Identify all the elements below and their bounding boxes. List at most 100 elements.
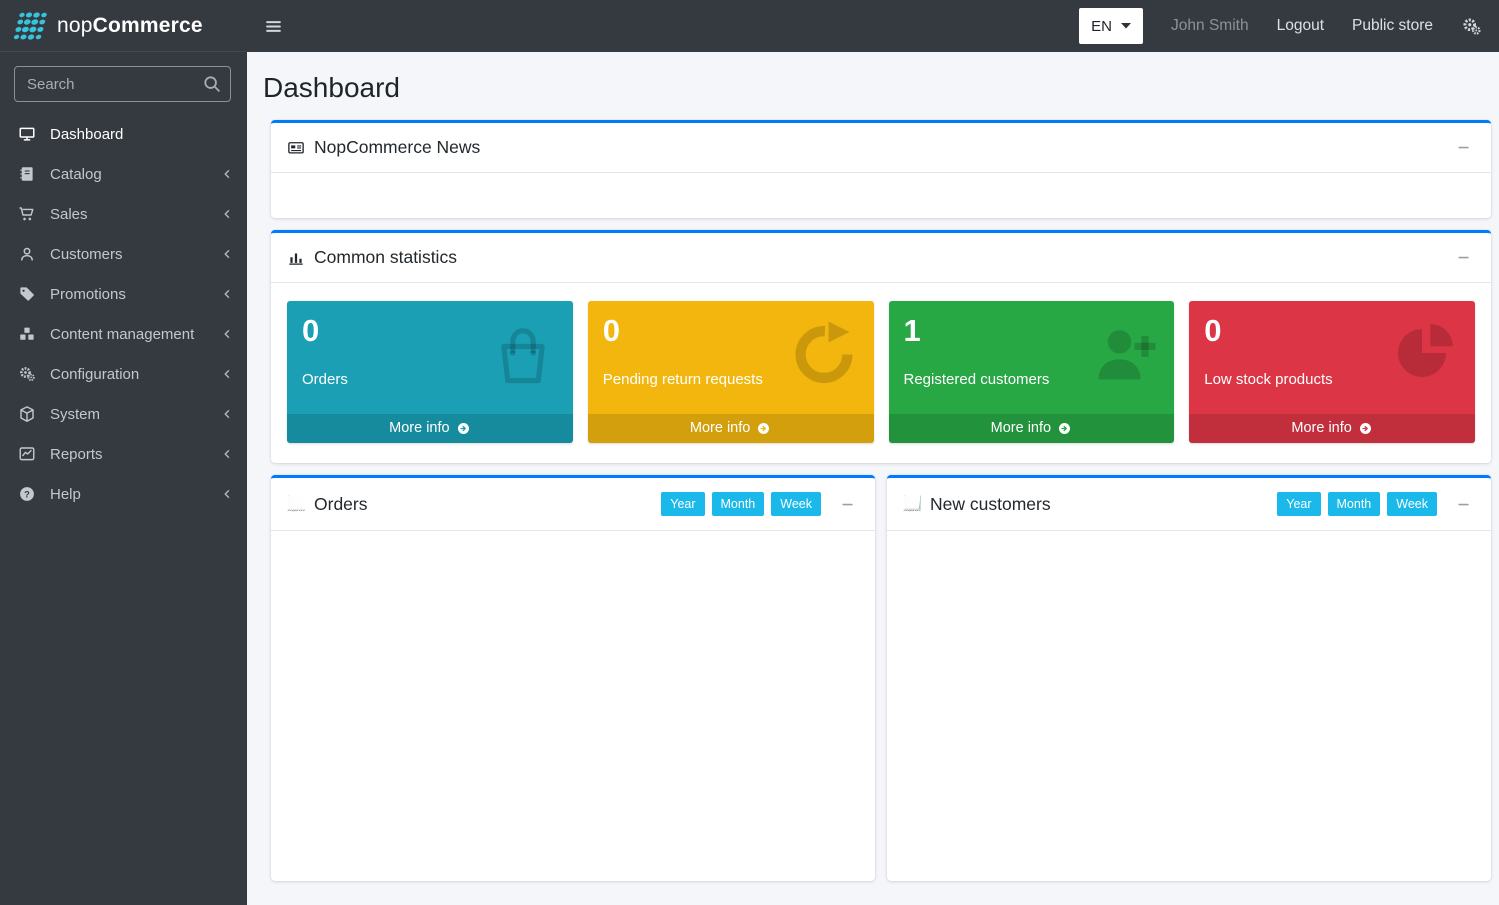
cart-icon: 0121 Sunday22 Monday23 Tuesday24 Wednesd… <box>287 495 305 513</box>
logo-text: nopCommerce <box>57 14 203 38</box>
sidebar-item-help[interactable]: ?Help <box>0 474 247 514</box>
sidebar-item-label: Sales <box>50 206 221 223</box>
desktop-icon <box>15 125 39 143</box>
arrow-circle-right-icon <box>1358 421 1373 436</box>
tag-icon <box>15 285 39 303</box>
news-panel-body <box>271 173 1491 218</box>
cube-icon <box>15 405 39 423</box>
sidebar: nopCommerce Dashboard Catalog Sales Custome… <box>0 0 247 905</box>
svg-text:23 Tuesday: 23 Tuesday <box>292 509 294 512</box>
chevron-left-icon <box>221 488 233 500</box>
charts-row: 0121 Sunday22 Monday23 Tuesday24 Wednesd… <box>271 475 1491 881</box>
user-icon <box>15 245 39 263</box>
sidebar-item-content-management[interactable]: Content management <box>0 314 247 354</box>
news-panel-title: NopCommerce News <box>314 137 480 158</box>
new-customers-chart-panel: 0121 Sunday22 Monday23 Tuesday24 Wednesd… <box>887 475 1491 881</box>
chevron-left-icon <box>221 448 233 460</box>
sidebar-item-system[interactable]: System <box>0 394 247 434</box>
chevron-left-icon <box>221 328 233 340</box>
period-year-button[interactable]: Year <box>1277 492 1320 516</box>
svg-text:22 Monday: 22 Monday <box>290 509 292 512</box>
sidebar-item-sales[interactable]: Sales <box>0 194 247 234</box>
user-name: John Smith <box>1171 17 1249 35</box>
newspaper-icon <box>287 139 305 157</box>
svg-text:21 Sunday: 21 Sunday <box>287 509 289 511</box>
settings-gears-icon[interactable] <box>1461 16 1482 37</box>
svg-text:28 Sunday: 28 Sunday <box>303 509 305 511</box>
statistics-panel-title: Common statistics <box>314 247 457 268</box>
sidebar-item-configuration[interactable]: Configuration <box>0 354 247 394</box>
sidebar-item-label: Configuration <box>50 366 221 383</box>
more-info-link[interactable]: More info <box>1189 414 1475 443</box>
sidebar-item-dashboard[interactable]: Dashboard <box>0 114 247 154</box>
arrow-circle-right-icon <box>756 421 771 436</box>
arrow-circle-right-icon <box>1057 421 1072 436</box>
period-month-button[interactable]: Month <box>712 492 765 516</box>
sidebar-item-label: Reports <box>50 446 221 463</box>
public-store-link[interactable]: Public store <box>1352 17 1433 35</box>
sidebar-item-catalog[interactable]: Catalog <box>0 154 247 194</box>
svg-text:26 Friday: 26 Friday <box>915 509 917 511</box>
sidebar-item-customers[interactable]: Customers <box>0 234 247 274</box>
collapse-minus-icon[interactable] <box>1452 248 1475 267</box>
svg-text:25 Thursday: 25 Thursday <box>296 509 299 512</box>
svg-text:1: 1 <box>905 495 906 496</box>
cart-icon <box>15 205 39 223</box>
svg-text:1: 1 <box>289 495 290 496</box>
period-year-button[interactable]: Year <box>661 492 704 516</box>
orders-chart-panel: 0121 Sunday22 Monday23 Tuesday24 Wednesd… <box>271 475 875 881</box>
chevron-left-icon <box>221 408 233 420</box>
sidebar-item-label: Content management <box>50 326 221 343</box>
logo[interactable]: nopCommerce <box>0 0 247 52</box>
sidebar-item-label: System <box>50 406 221 423</box>
svg-text:22 Monday: 22 Monday <box>906 509 908 512</box>
period-week-button[interactable]: Week <box>1387 492 1437 516</box>
chart-panel-title: New customers <box>930 494 1051 515</box>
sidebar-item-label: Catalog <box>50 166 221 183</box>
stat-card-registered-customers: 1Registered customersMore info <box>889 301 1175 443</box>
chart-panel-title: Orders <box>314 494 367 515</box>
language-value: EN <box>1091 18 1112 35</box>
sidebar-item-promotions[interactable]: Promotions <box>0 274 247 314</box>
chevron-left-icon <box>221 168 233 180</box>
svg-text:21 Sunday: 21 Sunday <box>903 509 905 511</box>
user-icon: 0121 Sunday22 Monday23 Tuesday24 Wednesd… <box>903 495 921 513</box>
cubes-icon <box>15 325 39 343</box>
svg-text:27 Saturday: 27 Saturday <box>300 509 303 512</box>
period-week-button[interactable]: Week <box>771 492 821 516</box>
refresh-icon <box>788 317 860 394</box>
stat-card-orders: 0OrdersMore info <box>287 301 573 443</box>
orders-chart <box>277 541 869 881</box>
sidebar-search <box>14 66 231 102</box>
svg-text:26 Friday: 26 Friday <box>299 509 301 511</box>
svg-text:25 Thursday: 25 Thursday <box>912 509 915 512</box>
nopcommerce-logo-icon <box>12 11 48 41</box>
collapse-minus-icon[interactable] <box>1452 495 1475 514</box>
caret-down-icon <box>1121 23 1131 29</box>
period-month-button[interactable]: Month <box>1328 492 1381 516</box>
language-select[interactable]: EN <box>1079 8 1143 44</box>
chevron-left-icon <box>221 208 233 220</box>
sidebar-item-label: Customers <box>50 246 221 263</box>
chevron-left-icon <box>221 248 233 260</box>
more-info-link[interactable]: More info <box>287 414 573 443</box>
news-panel: NopCommerce News <box>271 120 1491 218</box>
search-icon[interactable] <box>201 73 223 100</box>
arrow-circle-right-icon <box>456 421 471 436</box>
page-title: Dashboard <box>263 72 1491 104</box>
sidebar-item-label: Dashboard <box>50 126 233 143</box>
more-info-link[interactable]: More info <box>889 414 1175 443</box>
chart-line-icon <box>15 445 39 463</box>
collapse-minus-icon[interactable] <box>836 495 859 514</box>
shopping-bag-icon <box>487 317 559 394</box>
chart-body <box>887 531 1491 881</box>
sidebar-item-label: Promotions <box>50 286 221 303</box>
sidebar-item-reports[interactable]: Reports <box>0 434 247 474</box>
pie-chart-icon <box>1389 317 1461 394</box>
search-input[interactable] <box>14 66 231 102</box>
logout-link[interactable]: Logout <box>1277 17 1324 35</box>
more-info-link[interactable]: More info <box>588 414 874 443</box>
content-area: Dashboard NopCommerce News <box>247 52 1499 881</box>
menu-toggle-icon[interactable] <box>264 17 283 36</box>
collapse-minus-icon[interactable] <box>1452 138 1475 157</box>
